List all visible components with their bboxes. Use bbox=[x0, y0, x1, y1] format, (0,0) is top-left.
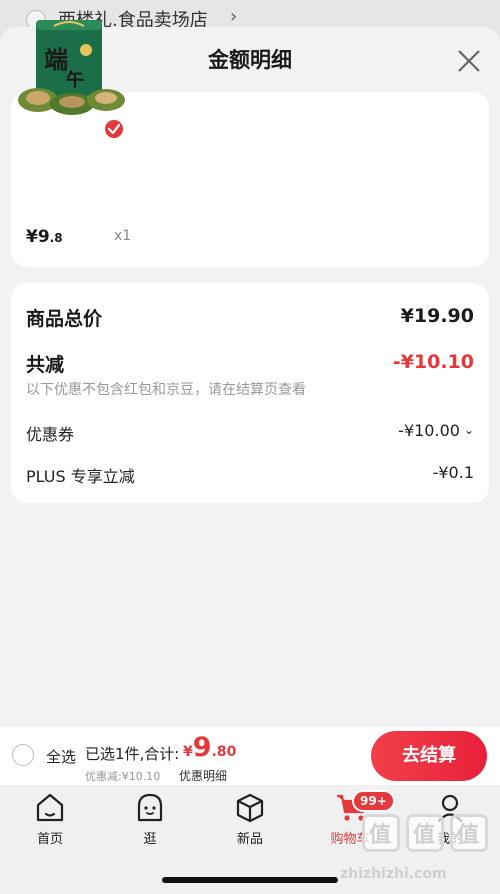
total-price-label: 商品总价 bbox=[26, 308, 103, 330]
coupon-label: 优惠券 bbox=[26, 425, 75, 444]
discount-summary: 优惠减:¥10.10 bbox=[85, 770, 161, 783]
tab-new-label: 新品 bbox=[236, 832, 263, 847]
svg-text:值: 值 bbox=[413, 822, 435, 848]
product-quantity: x1 bbox=[114, 228, 132, 244]
close-button[interactable] bbox=[452, 44, 486, 78]
total-price-value: ¥19.90 bbox=[400, 305, 474, 327]
select-all-radio[interactable] bbox=[12, 744, 34, 766]
checkout-button[interactable]: 去结算 bbox=[371, 731, 487, 781]
svg-text:值: 值 bbox=[369, 822, 391, 848]
cart-count-badge: 99+ bbox=[352, 790, 395, 812]
tab-new[interactable]: 新品 bbox=[215, 792, 285, 847]
tab-browse[interactable]: 逛 bbox=[115, 792, 185, 847]
watermark-glyph: 值 bbox=[406, 814, 444, 852]
watermark-glyph: 值 bbox=[450, 814, 488, 852]
tab-home-label: 首页 bbox=[36, 832, 63, 847]
home-icon bbox=[36, 793, 64, 822]
chevron-down-icon: ⌄ bbox=[463, 423, 474, 437]
selected-check-icon bbox=[103, 118, 125, 140]
face-icon bbox=[137, 793, 163, 822]
total-reduce-label: 共减 bbox=[26, 354, 65, 376]
svg-text:值: 值 bbox=[457, 822, 479, 848]
discount-note: 以下优惠不包含红包和京豆，请在结算页查看 bbox=[26, 382, 306, 398]
product-price: ¥9.8 bbox=[26, 227, 63, 247]
coupon-value[interactable]: -¥10.00 ⌄ bbox=[398, 421, 474, 440]
tab-browse-label: 逛 bbox=[143, 832, 157, 847]
cube-icon bbox=[236, 793, 264, 823]
discount-detail-link[interactable]: 优惠明细 bbox=[179, 767, 227, 784]
total-reduce-value: -¥10.10 bbox=[392, 351, 474, 373]
select-all-label[interactable]: 全选 bbox=[46, 746, 76, 767]
watermark-glyph: 值 bbox=[362, 814, 400, 852]
chevron-right-icon: › bbox=[230, 6, 238, 27]
total-amount: ¥9.80 bbox=[183, 732, 237, 763]
thumbnail-text: 端 bbox=[44, 45, 68, 74]
plus-discount-label: PLUS 专享立减 bbox=[26, 467, 135, 486]
product-thumbnail[interactable]: 端 午 bbox=[14, 20, 126, 115]
svg-text:午: 午 bbox=[66, 69, 84, 91]
plus-discount-value: -¥0.1 bbox=[432, 463, 474, 482]
close-icon bbox=[458, 50, 480, 72]
home-indicator bbox=[162, 877, 338, 883]
tab-home[interactable]: 首页 bbox=[15, 792, 85, 847]
selected-summary: 已选1件,合计: bbox=[85, 745, 180, 763]
watermark-text: zhizhizhi.com bbox=[340, 866, 447, 882]
product-card bbox=[11, 92, 489, 267]
